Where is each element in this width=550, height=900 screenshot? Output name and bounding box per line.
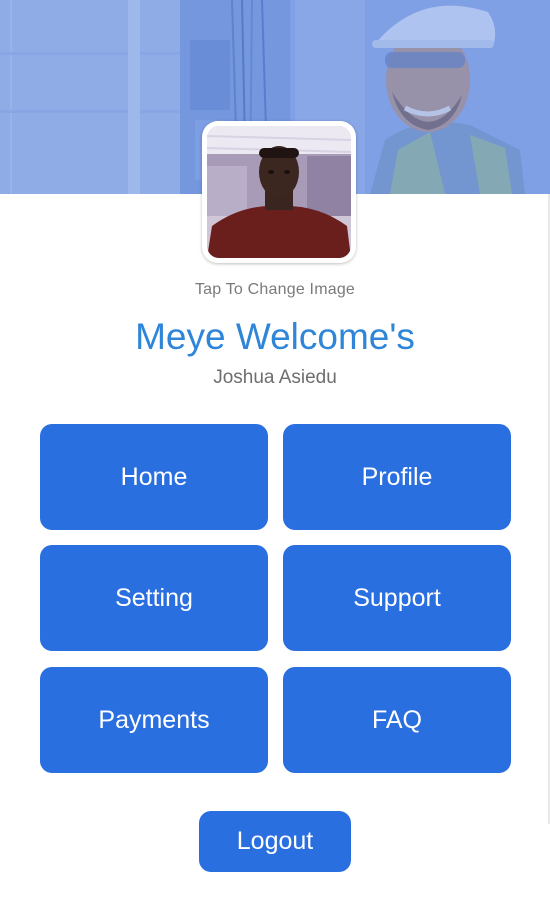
app-screen: Tap To Change Image Meye Welcome's Joshu… <box>0 0 550 900</box>
change-image-hint[interactable]: Tap To Change Image <box>0 281 550 299</box>
setting-button[interactable]: Setting <box>40 545 268 651</box>
welcome-title: Meye Welcome's <box>135 316 415 357</box>
home-button[interactable]: Home <box>40 424 268 530</box>
payments-button[interactable]: Payments <box>40 667 268 773</box>
logout-button[interactable]: Logout <box>199 811 351 872</box>
avatar <box>207 126 351 258</box>
profile-button[interactable]: Profile <box>283 424 511 530</box>
support-button[interactable]: Support <box>283 545 511 651</box>
user-name: Joshua Asiedu <box>213 367 337 388</box>
faq-button[interactable]: FAQ <box>283 667 511 773</box>
avatar-button[interactable] <box>202 121 356 263</box>
avatar-photo <box>207 126 351 258</box>
